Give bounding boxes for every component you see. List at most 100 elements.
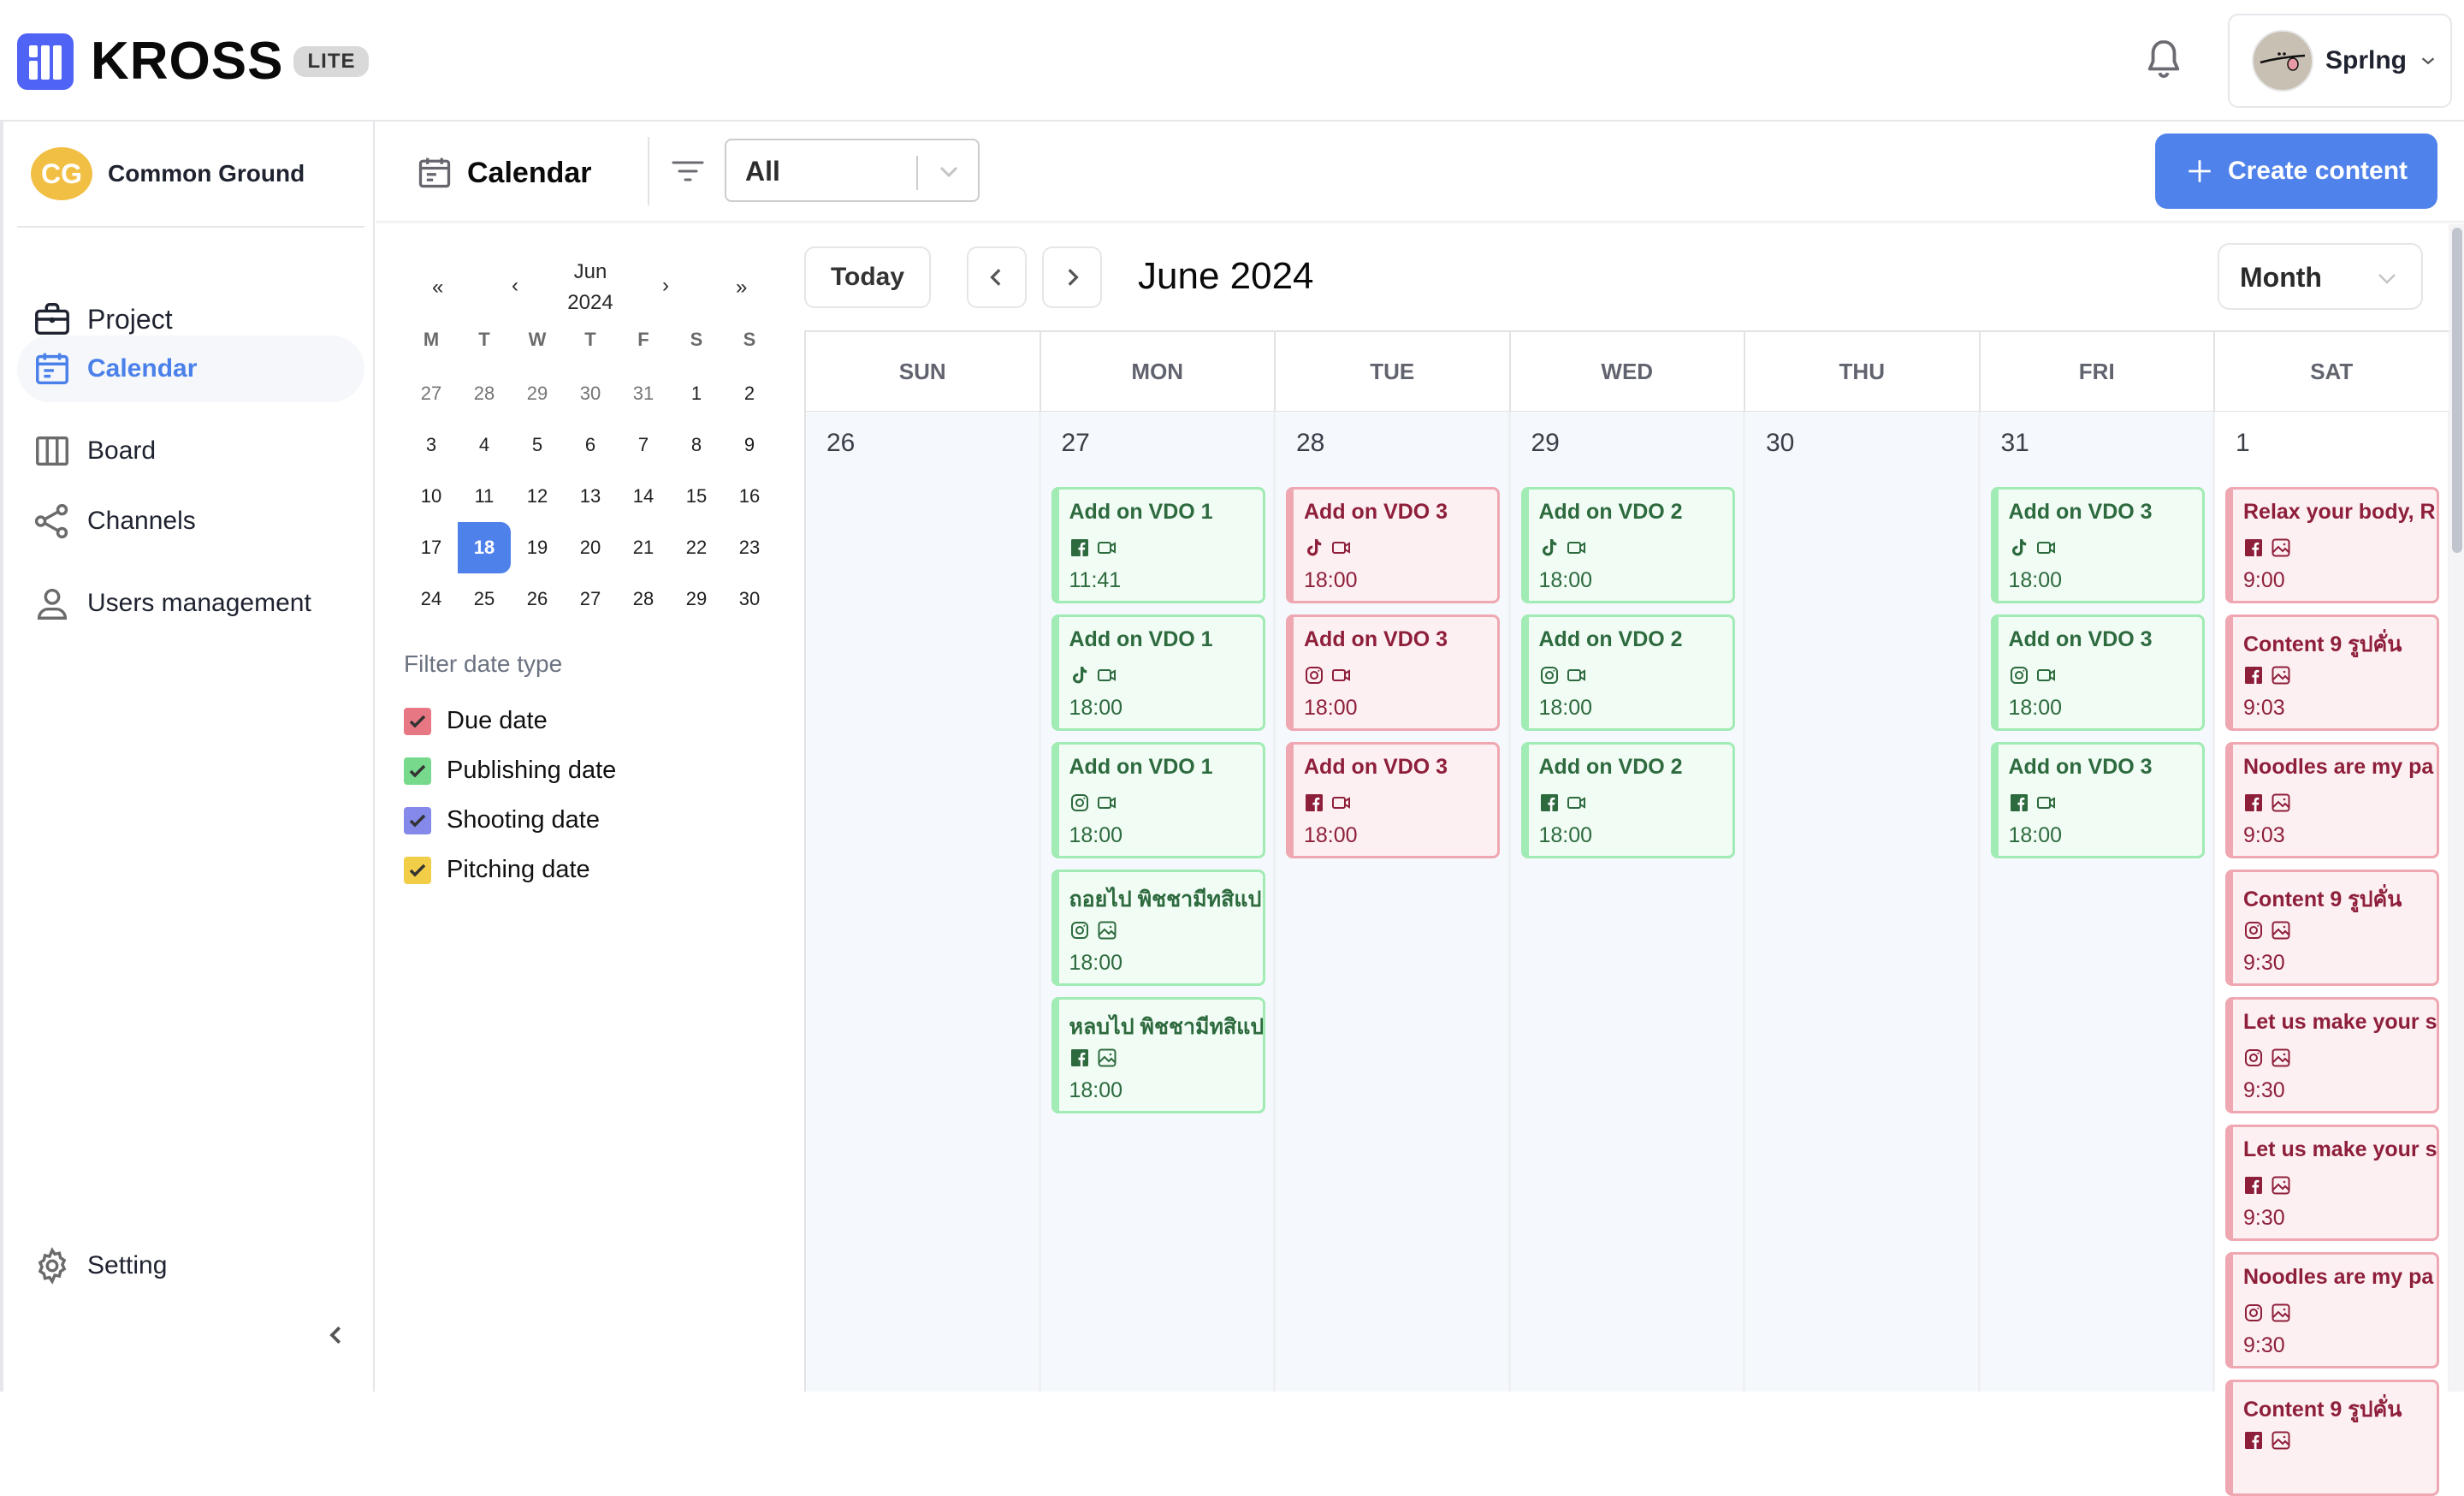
event-card[interactable]: Let us make your s 9:30 <box>2225 997 2439 1113</box>
mini-day[interactable]: 31 <box>617 368 670 419</box>
event-card[interactable]: Add on VDO 3 18:00 <box>1990 614 2205 731</box>
next-year-button[interactable]: » <box>736 276 747 300</box>
event-card[interactable]: Add on VDO 3 18:00 <box>1990 487 2205 603</box>
event-card[interactable]: Add on VDO 1 18:00 <box>1051 742 1265 858</box>
mini-day[interactable]: 17 <box>405 522 458 573</box>
mini-day[interactable]: 27 <box>405 368 458 419</box>
checkbox[interactable] <box>404 856 431 884</box>
event-card[interactable]: Noodles are my pa 9:03 <box>2225 742 2439 858</box>
next-month-button[interactable]: › <box>662 274 669 298</box>
day-cell[interactable]: 1 Relax your body, R 9:00 Content 9 รูปคั่น… <box>2215 412 2450 1496</box>
mini-calendar-month[interactable]: Jun 2024 <box>548 257 633 318</box>
mini-day[interactable]: 24 <box>405 573 458 625</box>
next-month-button[interactable] <box>1042 246 1102 308</box>
user-menu[interactable]: Sprlng <box>2228 14 2452 108</box>
mini-day[interactable]: 6 <box>564 419 617 471</box>
event-card[interactable]: Add on VDO 2 18:00 <box>1520 487 1735 603</box>
mini-day[interactable]: 4 <box>458 419 511 471</box>
day-cell[interactable]: 30 <box>1745 412 1981 1392</box>
sidebar-item-calendar[interactable]: Calendar <box>17 335 364 402</box>
instagram-icon <box>1070 922 1088 939</box>
filter-option-pitching-date[interactable]: Pitching date <box>404 856 590 884</box>
event-card[interactable]: Add on VDO 3 18:00 <box>1286 614 1500 731</box>
mini-day[interactable]: 22 <box>670 522 723 573</box>
prev-month-button[interactable] <box>967 246 1027 308</box>
scrollbar-thumb[interactable] <box>2452 228 2462 553</box>
mini-day[interactable]: 13 <box>564 471 617 522</box>
filter-option-publishing-date[interactable]: Publishing date <box>404 757 616 785</box>
event-card[interactable]: หลบไป พิชชามีทสิแปล 18:00 <box>1051 997 1265 1113</box>
mini-day[interactable]: 10 <box>405 471 458 522</box>
content-filter-select[interactable]: All <box>725 139 980 202</box>
columns-icon <box>36 436 68 466</box>
event-card[interactable]: Add on VDO 2 18:00 <box>1520 742 1735 858</box>
event-card[interactable]: Content 9 รูปคั่น 9:03 <box>2225 614 2439 731</box>
filter-icon[interactable] <box>671 159 705 185</box>
mini-day[interactable]: 30 <box>723 573 776 625</box>
mini-day[interactable]: 9 <box>723 419 776 471</box>
mini-day[interactable]: 28 <box>458 368 511 419</box>
day-cell[interactable]: 27 Add on VDO 1 11:41 Add on VDO 1 18:00 Add … <box>1040 412 1276 1392</box>
mini-day[interactable]: 26 <box>511 573 564 625</box>
bell-icon[interactable] <box>2144 38 2183 80</box>
sidebar-item-channels[interactable]: Channels <box>17 488 364 555</box>
event-card[interactable]: Noodles are my pa 9:30 <box>2225 1252 2439 1368</box>
mini-day[interactable]: 7 <box>617 419 670 471</box>
event-card[interactable]: Content 9 รูปคั่น <box>2225 1380 2439 1496</box>
checkbox[interactable] <box>404 757 431 785</box>
mini-day[interactable]: 25 <box>458 573 511 625</box>
mini-day-selected[interactable]: 18 <box>458 522 511 573</box>
mini-day[interactable]: 19 <box>511 522 564 573</box>
view-mode-select[interactable]: Month <box>2218 243 2423 310</box>
event-card[interactable]: Add on VDO 3 18:00 <box>1286 742 1500 858</box>
mini-day[interactable]: 29 <box>670 573 723 625</box>
prev-year-button[interactable]: « <box>432 276 443 300</box>
event-card[interactable]: Add on VDO 3 18:00 <box>1990 742 2205 858</box>
create-content-button[interactable]: Create content <box>2155 134 2437 209</box>
filter-option-shooting-date[interactable]: Shooting date <box>404 806 600 834</box>
mini-day[interactable]: 20 <box>564 522 617 573</box>
collapse-sidebar-icon[interactable] <box>323 1320 349 1351</box>
mini-day[interactable]: 11 <box>458 471 511 522</box>
mini-day[interactable]: 3 <box>405 419 458 471</box>
event-card[interactable]: Add on VDO 2 18:00 <box>1520 614 1735 731</box>
event-card[interactable]: Let us make your s 9:30 <box>2225 1125 2439 1241</box>
event-card[interactable]: Content 9 รูปคั่น 9:30 <box>2225 870 2439 986</box>
org-switcher[interactable]: CG Common Ground <box>31 147 305 200</box>
day-cell[interactable]: 29 Add on VDO 2 18:00 Add on VDO 2 18:00 Add … <box>1510 412 1745 1392</box>
day-cell[interactable]: 26 <box>806 412 1041 1392</box>
mini-day[interactable]: 29 <box>511 368 564 419</box>
mini-day[interactable]: 30 <box>564 368 617 419</box>
sidebar-item-users-management[interactable]: Users management <box>17 570 364 637</box>
day-cell[interactable]: 28 Add on VDO 3 18:00 Add on VDO 3 18:00 Add … <box>1276 412 1511 1392</box>
today-button[interactable]: Today <box>804 246 931 308</box>
mini-day[interactable]: 27 <box>564 573 617 625</box>
prev-month-button[interactable]: ‹ <box>512 274 518 298</box>
event-card[interactable]: Relax your body, R 9:00 <box>2225 487 2439 603</box>
sidebar-item-setting[interactable]: Setting <box>17 1232 364 1299</box>
checkbox[interactable] <box>404 806 431 834</box>
mini-day[interactable]: 21 <box>617 522 670 573</box>
event-title: Content 9 รูปคั่น <box>2243 888 2402 911</box>
mini-day[interactable]: 28 <box>617 573 670 625</box>
day-cell[interactable]: 31 Add on VDO 3 18:00 Add on VDO 3 18:00 Add … <box>1980 412 2215 1392</box>
event-card[interactable]: ถอยไป พิชชามีทสิแปล 18:00 <box>1051 870 1265 986</box>
sidebar-item-board[interactable]: Board <box>17 418 364 484</box>
sidebar-item-label: Project <box>87 303 173 335</box>
app-logo[interactable]: KROSS LITE <box>17 31 370 92</box>
filter-option-due-date[interactable]: Due date <box>404 707 548 735</box>
event-card[interactable]: Add on VDO 1 11:41 <box>1051 487 1265 603</box>
mini-day[interactable]: 15 <box>670 471 723 522</box>
mini-day[interactable]: 12 <box>511 471 564 522</box>
checkbox[interactable] <box>404 707 431 735</box>
mini-day[interactable]: 5 <box>511 419 564 471</box>
mini-day[interactable]: 8 <box>670 419 723 471</box>
event-card[interactable]: Add on VDO 3 18:00 <box>1286 487 1500 603</box>
mini-day[interactable]: 1 <box>670 368 723 419</box>
event-time: 18:00 <box>1069 823 1123 847</box>
mini-day[interactable]: 14 <box>617 471 670 522</box>
mini-day[interactable]: 23 <box>723 522 776 573</box>
mini-day[interactable]: 2 <box>723 368 776 419</box>
event-card[interactable]: Add on VDO 1 18:00 <box>1051 614 1265 731</box>
mini-day[interactable]: 16 <box>723 471 776 522</box>
